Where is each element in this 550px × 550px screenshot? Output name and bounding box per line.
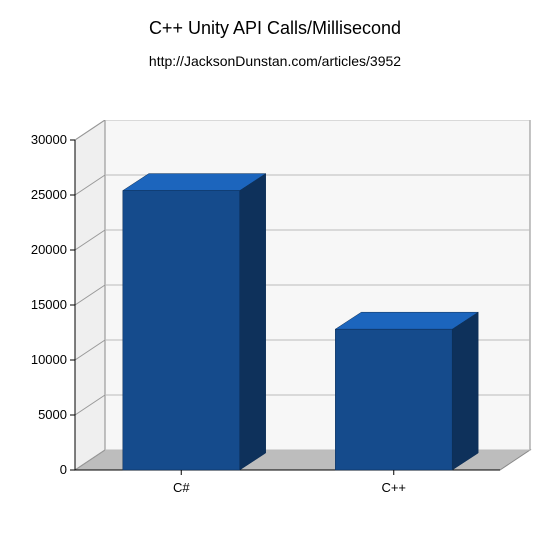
y-tick-label: 10000 [17, 352, 67, 367]
chart-title: C++ Unity API Calls/Millisecond [0, 0, 550, 39]
x-category-label: C++ [344, 480, 444, 495]
y-tick-label: 25000 [17, 187, 67, 202]
chart-area: 0 5000 10000 15000 20000 25000 30000 C# C++ [0, 120, 550, 530]
y-tick-label: 30000 [17, 132, 67, 147]
x-category-label: C# [131, 480, 231, 495]
y-tick-label: 15000 [17, 297, 67, 312]
y-tick-label: 5000 [17, 407, 67, 422]
chart-subtitle: http://JacksonDunstan.com/articles/3952 [0, 39, 550, 69]
y-tick-label: 0 [17, 462, 67, 477]
bar-chart [0, 120, 550, 530]
y-tick-label: 20000 [17, 242, 67, 257]
